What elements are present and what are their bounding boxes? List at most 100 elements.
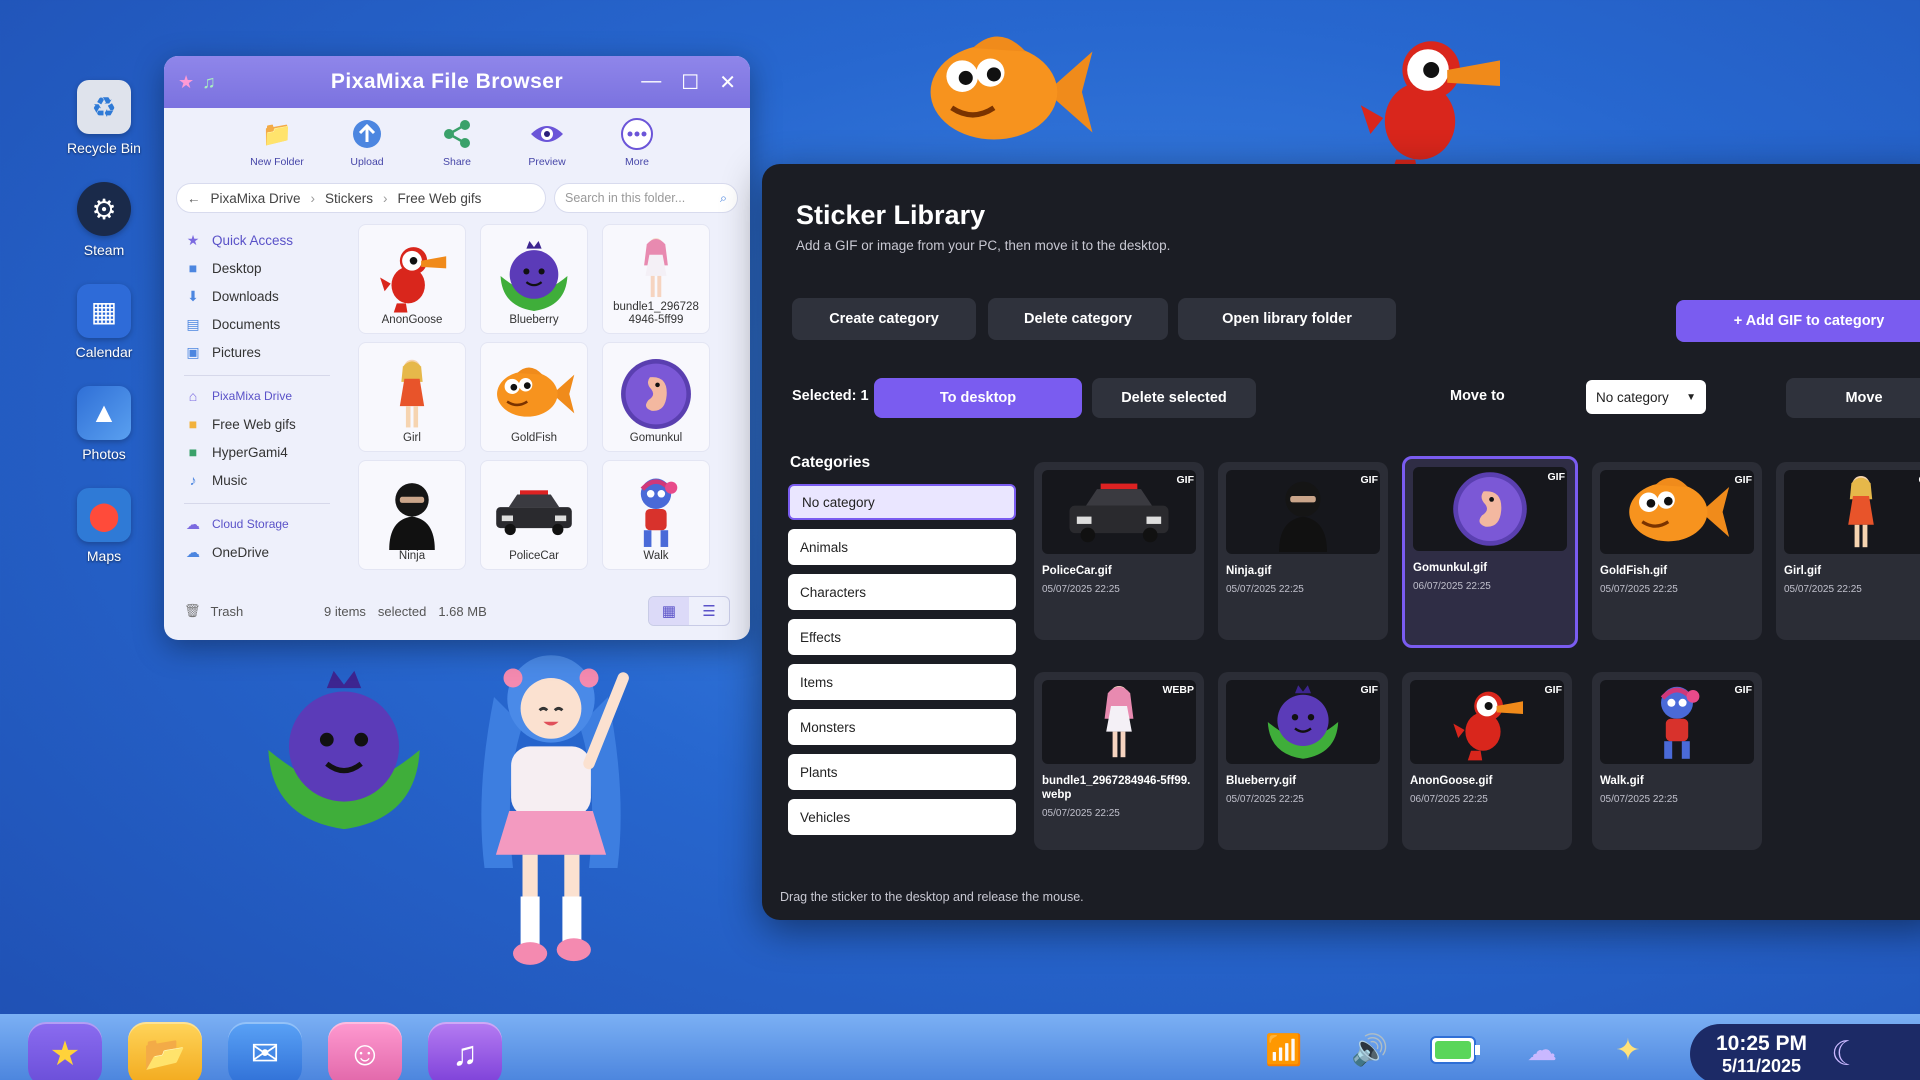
sticker-card-selected[interactable]: GIF Gomunkul.gif 06/07/2025 22:25 (1402, 456, 1578, 648)
delete-category-button[interactable]: Delete category (988, 298, 1168, 340)
category-animals[interactable]: Animals (788, 529, 1016, 565)
search-icon[interactable]: ⌕ (720, 191, 727, 206)
preview-button[interactable]: Preview (521, 116, 573, 178)
volume-icon[interactable]: 🔊 (1342, 1024, 1398, 1076)
breadcrumb-item[interactable]: PixaMixa Drive (211, 191, 301, 206)
desktop-icon-photos[interactable]: ▲ Photos (58, 386, 150, 482)
add-gif-button[interactable]: + Add GIF to category (1676, 300, 1920, 342)
breadcrumb-item[interactable]: Stickers (325, 191, 373, 206)
sparkle-icon[interactable]: ✦ (1600, 1024, 1656, 1076)
clock[interactable]: 10:25 PM 5/11/2025 ☾ (1690, 1024, 1920, 1080)
back-arrow-icon[interactable]: ← (187, 191, 201, 206)
sticker-card[interactable]: GIF AnonGoose.gif 06/07/2025 22:25 (1402, 672, 1572, 850)
weather-cloud-icon[interactable]: ☁ (1514, 1024, 1570, 1076)
sticker-name: Ninja.gif (1226, 565, 1272, 577)
sticker-card[interactable]: GIF Walk.gif 05/07/2025 22:25 (1592, 672, 1762, 850)
share-label: Share (442, 156, 472, 168)
breadcrumb-item[interactable]: Free Web gifs (398, 191, 482, 206)
file-item-blueberry[interactable]: Blueberry (480, 224, 588, 334)
sticker-card[interactable]: GIF Girl.gif 05/07/2025 22:25 (1776, 462, 1920, 640)
mail-icon[interactable]: ✉ (228, 1022, 302, 1080)
sticker-card[interactable]: GIF Ninja.gif 05/07/2025 22:25 (1218, 462, 1388, 640)
create-category-button[interactable]: Create category (792, 298, 976, 340)
file-item-ninja[interactable]: Ninja (358, 460, 466, 570)
music-icon[interactable]: ♫ (428, 1022, 502, 1080)
sidebar-item-desktop[interactable]: ■ Desktop (184, 254, 344, 282)
search-input[interactable]: Search in this folder... ⌕ (554, 183, 738, 213)
close-icon[interactable]: ✕ (719, 70, 736, 95)
sticker-card[interactable]: GIF Blueberry.gif 05/07/2025 22:25 (1218, 672, 1388, 850)
sidebar-item-downloads[interactable]: ⬇ Downloads (184, 282, 344, 310)
list-view-icon[interactable]: ☰ (689, 597, 729, 625)
sidebar-item-pixamixa-drive[interactable]: ⌂ PixaMixa Drive (184, 382, 344, 410)
file-item-anongoose[interactable]: AnonGoose (358, 224, 466, 334)
file-browser-titlebar[interactable]: ★ ♫ PixaMixa File Browser — ☐ ✕ (164, 56, 750, 108)
to-desktop-button[interactable]: To desktop (874, 378, 1082, 418)
wifi-icon[interactable]: 📶 (1256, 1024, 1312, 1076)
file-item-bundle[interactable]: bundle1_2967284946-5ff99 (602, 224, 710, 334)
file-type-badge: GIF (1360, 684, 1379, 696)
desktop-icon-maps[interactable]: ⬤ Maps (58, 488, 150, 584)
sidebar-item-free-web-gifs[interactable]: ■ Free Web gifs (184, 410, 344, 438)
category-characters[interactable]: Characters (788, 574, 1016, 610)
category-effects[interactable]: Effects (788, 619, 1016, 655)
sticker-card[interactable]: WEBP bundle1_2967284946-5ff99.webp 05/07… (1034, 672, 1204, 850)
sidebar-item-onedrive[interactable]: ☁ OneDrive (184, 538, 344, 566)
sticker-card[interactable]: GIF GoldFish.gif 05/07/2025 22:25 (1592, 462, 1762, 640)
grid-view-icon[interactable]: ▦ (649, 597, 689, 625)
sticker-card[interactable]: GIF PoliceCar.gif 05/07/2025 22:25 (1034, 462, 1204, 640)
desktop-icon-calendar[interactable]: ▦ Calendar (58, 284, 150, 380)
girl-image (1831, 472, 1891, 552)
battery-icon[interactable] (1428, 1024, 1484, 1076)
page-subtitle: Add a GIF or image from your PC, then mo… (796, 238, 1171, 253)
share-button[interactable]: Share (431, 116, 483, 178)
desktop-folder-icon: ■ (188, 260, 198, 276)
category-monsters[interactable]: Monsters (788, 709, 1016, 745)
desktop-sticker-blueberry[interactable] (258, 664, 430, 836)
desktop-sticker-anime-girl[interactable] (456, 606, 646, 1016)
desktop-icon-steam[interactable]: ⚙ Steam (58, 182, 150, 278)
upload-button[interactable]: Upload (341, 116, 393, 178)
desktop-sticker-anon-goose[interactable] (1340, 22, 1516, 182)
star-icon[interactable]: ★ (178, 72, 194, 93)
file-item-policecar[interactable]: PoliceCar (480, 460, 588, 570)
sidebar-item-trash[interactable]: 🗑 Trash (184, 603, 324, 619)
file-item-girl[interactable]: Girl (358, 342, 466, 452)
open-library-folder-button[interactable]: Open library folder (1178, 298, 1396, 340)
recycle-bin-icon: ♻ (77, 80, 131, 134)
drag-hint: Drag the sticker to the desktop and rele… (780, 890, 1084, 904)
chat-icon[interactable]: ☺ (328, 1022, 402, 1080)
file-item-gomunkul[interactable]: Gomunkul (602, 342, 710, 452)
sidebar-item-cloud-storage[interactable]: ☁ Cloud Storage (184, 510, 344, 538)
file-item-walk[interactable]: Walk (602, 460, 710, 570)
folder-icon: ■ (188, 416, 198, 432)
favorites-star-icon[interactable]: ★ (28, 1022, 102, 1080)
sidebar-item-music[interactable]: ♪ Music (184, 466, 344, 494)
sidebar-item-quick-access[interactable]: ★ Quick Access (184, 226, 344, 254)
folder-icon[interactable]: 📂 (128, 1022, 202, 1080)
sidebar-item-documents[interactable]: ▤ Documents (184, 310, 344, 338)
move-to-select[interactable]: No category ▼ (1586, 380, 1706, 414)
desktop-icon-label: Recycle Bin (67, 140, 141, 156)
minimize-icon[interactable]: — (641, 70, 661, 95)
category-plants[interactable]: Plants (788, 754, 1016, 790)
file-item-goldfish[interactable]: GoldFish (480, 342, 588, 452)
move-button[interactable]: Move (1786, 378, 1920, 418)
breadcrumb: ← PixaMixa Drive › Stickers › Free Web g… (176, 183, 546, 213)
maximize-icon[interactable]: ☐ (681, 70, 699, 95)
category-no-category[interactable]: No category (788, 484, 1016, 520)
more-button[interactable]: More (611, 116, 663, 178)
new-folder-button[interactable]: 📁 New Folder (250, 116, 304, 178)
steam-icon: ⚙ (77, 182, 131, 236)
system-tray: 📶 🔊 ☁ ✦ (1256, 1024, 1656, 1076)
desktop-icon-recycle-bin[interactable]: ♻ Recycle Bin (58, 80, 150, 176)
category-items[interactable]: Items (788, 664, 1016, 700)
move-to-label: Move to (1450, 388, 1505, 404)
music-note-icon[interactable]: ♫ (202, 72, 216, 93)
sidebar-item-hypergami4[interactable]: ■ HyperGami4 (184, 438, 344, 466)
sidebar-item-pictures[interactable]: ▣ Pictures (184, 338, 344, 366)
upload-icon (349, 116, 385, 152)
delete-selected-button[interactable]: Delete selected (1092, 378, 1256, 418)
desktop-sticker-goldfish[interactable] (920, 30, 1096, 154)
category-vehicles[interactable]: Vehicles (788, 799, 1016, 835)
